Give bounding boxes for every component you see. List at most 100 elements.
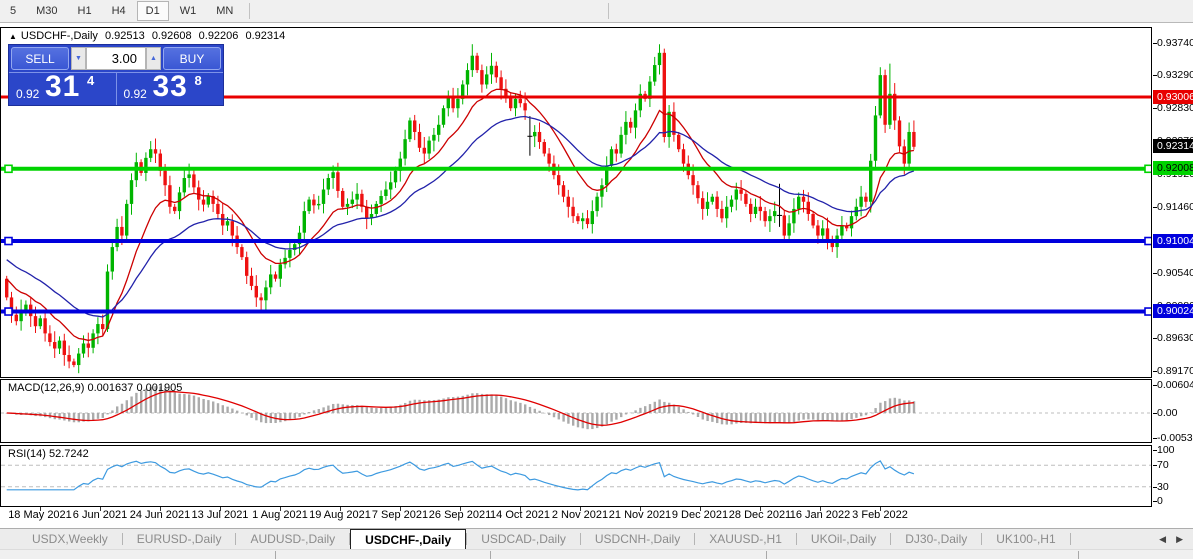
tab-usdcnh-daily[interactable]: USDCNH-,Daily [581,529,694,549]
date-axis-tick [580,507,581,511]
macd-main-value: 0.001637 [87,382,133,394]
line-handle[interactable] [1145,238,1151,245]
ma-slow-line[interactable] [7,117,914,318]
volume-down-button[interactable]: ▼ [71,47,86,70]
statusbar-separator [1078,551,1079,559]
macd-axis-tick: 0.00 [1157,407,1193,420]
sell-price-big: 31 [45,70,80,104]
line-handle[interactable] [1145,165,1151,172]
date-axis-tick [40,507,41,511]
price-line-label: 0.92314 [1153,139,1193,153]
tab-usdchf-daily[interactable]: USDCHF-,Daily [350,529,466,549]
timeframe-toolbar: 5M30H1H4D1W1MN [0,0,1193,23]
statusbar-separator [275,551,276,559]
buy-price-display[interactable]: 0.92 33 8 [117,73,224,105]
sell-price-sup: 4 [87,73,94,88]
date-axis-tick [340,507,341,511]
chart-open-value: 0.92513 [105,30,145,42]
macd-signal-line [7,392,914,426]
tab-uk100-h1[interactable]: UK100-,H1 [982,529,1069,549]
tabs-nav: ◀▶ [1159,529,1193,549]
rsi-axis-tick: 100 [1157,444,1193,457]
chart-title: ▲ USDCHF-,Daily 0.92513 0.92608 0.92206 0… [9,30,289,42]
mt4-window: 5M30H1H4D1W1MN ▲ USDCHF-,Daily 0.92513 0.… [0,0,1193,559]
moving-averages-group [7,89,914,340]
date-axis-tick [160,507,161,511]
timeframe-button-h4[interactable]: H4 [103,1,135,21]
macd-signal-value: 0.001905 [136,382,182,394]
price-line-label: 0.91004 [1153,234,1193,248]
sell-price-base: 0.92 [16,87,39,101]
volume-up-button[interactable]: ▲ [146,47,161,70]
date-axis-tick [100,507,101,511]
date-axis-tick [820,507,821,511]
price-axis-tick: 0.91460 [1157,201,1193,214]
price-axis-tick: 0.89170 [1157,365,1193,378]
buy-price-sup: 8 [195,73,202,88]
date-axis-tick [640,507,641,511]
rsi-value: 52.7242 [49,448,89,460]
macd-label: MACD(12,26,9) 0.001637 0.001905 [8,382,182,394]
collapse-triangle-icon[interactable]: ▲ [9,32,17,41]
tabs-scroll-left-icon[interactable]: ◀ [1159,534,1166,545]
chart-low-value: 0.92206 [199,30,239,42]
tab-dj30-daily[interactable]: DJ30-,Daily [891,529,981,549]
chart-client-area: ▲ USDCHF-,Daily 0.92513 0.92608 0.92206 0… [0,23,1193,528]
statusbar-separator [766,551,767,559]
toolbar-separator [249,3,250,19]
price-axis-tick: 0.93290 [1157,69,1193,82]
ma-fast-line[interactable] [7,89,914,340]
timeframe-button-m30[interactable]: M30 [27,1,66,21]
line-handle[interactable] [5,238,12,245]
timeframe-button-5[interactable]: 5 [1,1,25,21]
rsi-label: RSI(14) 52.7242 [8,448,89,460]
timeframe-button-d1[interactable]: D1 [137,1,169,21]
timeframe-button-h1[interactable]: H1 [69,1,101,21]
date-axis-tick [400,507,401,511]
tab-usdcad-daily[interactable]: USDCAD-,Daily [467,529,580,549]
rsi-axis-tick: 0 [1157,495,1193,508]
date-axis-tick [280,507,281,511]
tab-ukoil-daily[interactable]: UKOil-,Daily [797,529,890,549]
timeframe-button-mn[interactable]: MN [207,1,242,21]
line-handle[interactable] [5,165,12,172]
price-line-label: 0.90024 [1153,304,1193,318]
statusbar-separator [490,551,491,559]
sell-price-display[interactable]: 0.92 31 4 [9,73,117,105]
tab-usdx-weekly[interactable]: USDX,Weekly [18,529,122,549]
date-axis-tick [520,507,521,511]
rsi-chart [1,446,1151,506]
tab-audusd-daily[interactable]: AUDUSD-,Daily [236,529,349,549]
chart-high-value: 0.92608 [152,30,192,42]
macd-axis-tick: 0.006045 [1157,379,1193,392]
tab-separator [1070,533,1071,545]
date-axis-tick [760,507,761,511]
price-line-label: 0.93006 [1153,90,1193,104]
rsi-axis-tick: 70 [1157,459,1193,472]
chart-close-value: 0.92314 [245,30,285,42]
chart-tabs-bar: USDX,WeeklyEURUSD-,DailyAUDUSD-,DailyUSD… [0,528,1193,549]
date-axis-tick [460,507,461,511]
date-axis-tick [700,507,701,511]
tab-xauusd-h1[interactable]: XAUUSD-,H1 [695,529,796,549]
date-axis-tick [220,507,221,511]
toolbar-separator [608,3,609,19]
date-axis-tick [880,507,881,511]
price-axis-tick: 0.93740 [1157,37,1193,50]
price-line-label: 0.92008 [1153,161,1193,175]
rsi-panel [0,445,1152,507]
chart-symbol: USDCHF-,Daily [21,30,98,42]
buy-price-base: 0.92 [124,87,147,101]
sell-button[interactable]: SELL [11,47,69,70]
line-handle[interactable] [5,308,12,315]
price-axis-tick: 0.90540 [1157,267,1193,280]
volume-input[interactable]: 3.00 [86,47,146,70]
one-click-trade-panel: SELL ▼ 3.00 ▲ BUY 0.92 31 4 0.92 33 8 [8,44,224,106]
timeframe-button-w1[interactable]: W1 [171,1,206,21]
line-handle[interactable] [1145,308,1151,315]
tab-eurusd-daily[interactable]: EURUSD-,Daily [123,529,236,549]
tabs-scroll-right-icon[interactable]: ▶ [1176,534,1183,545]
buy-button[interactable]: BUY [163,47,221,70]
buy-price-big: 33 [153,70,188,104]
price-axis-tick: 0.89630 [1157,332,1193,345]
